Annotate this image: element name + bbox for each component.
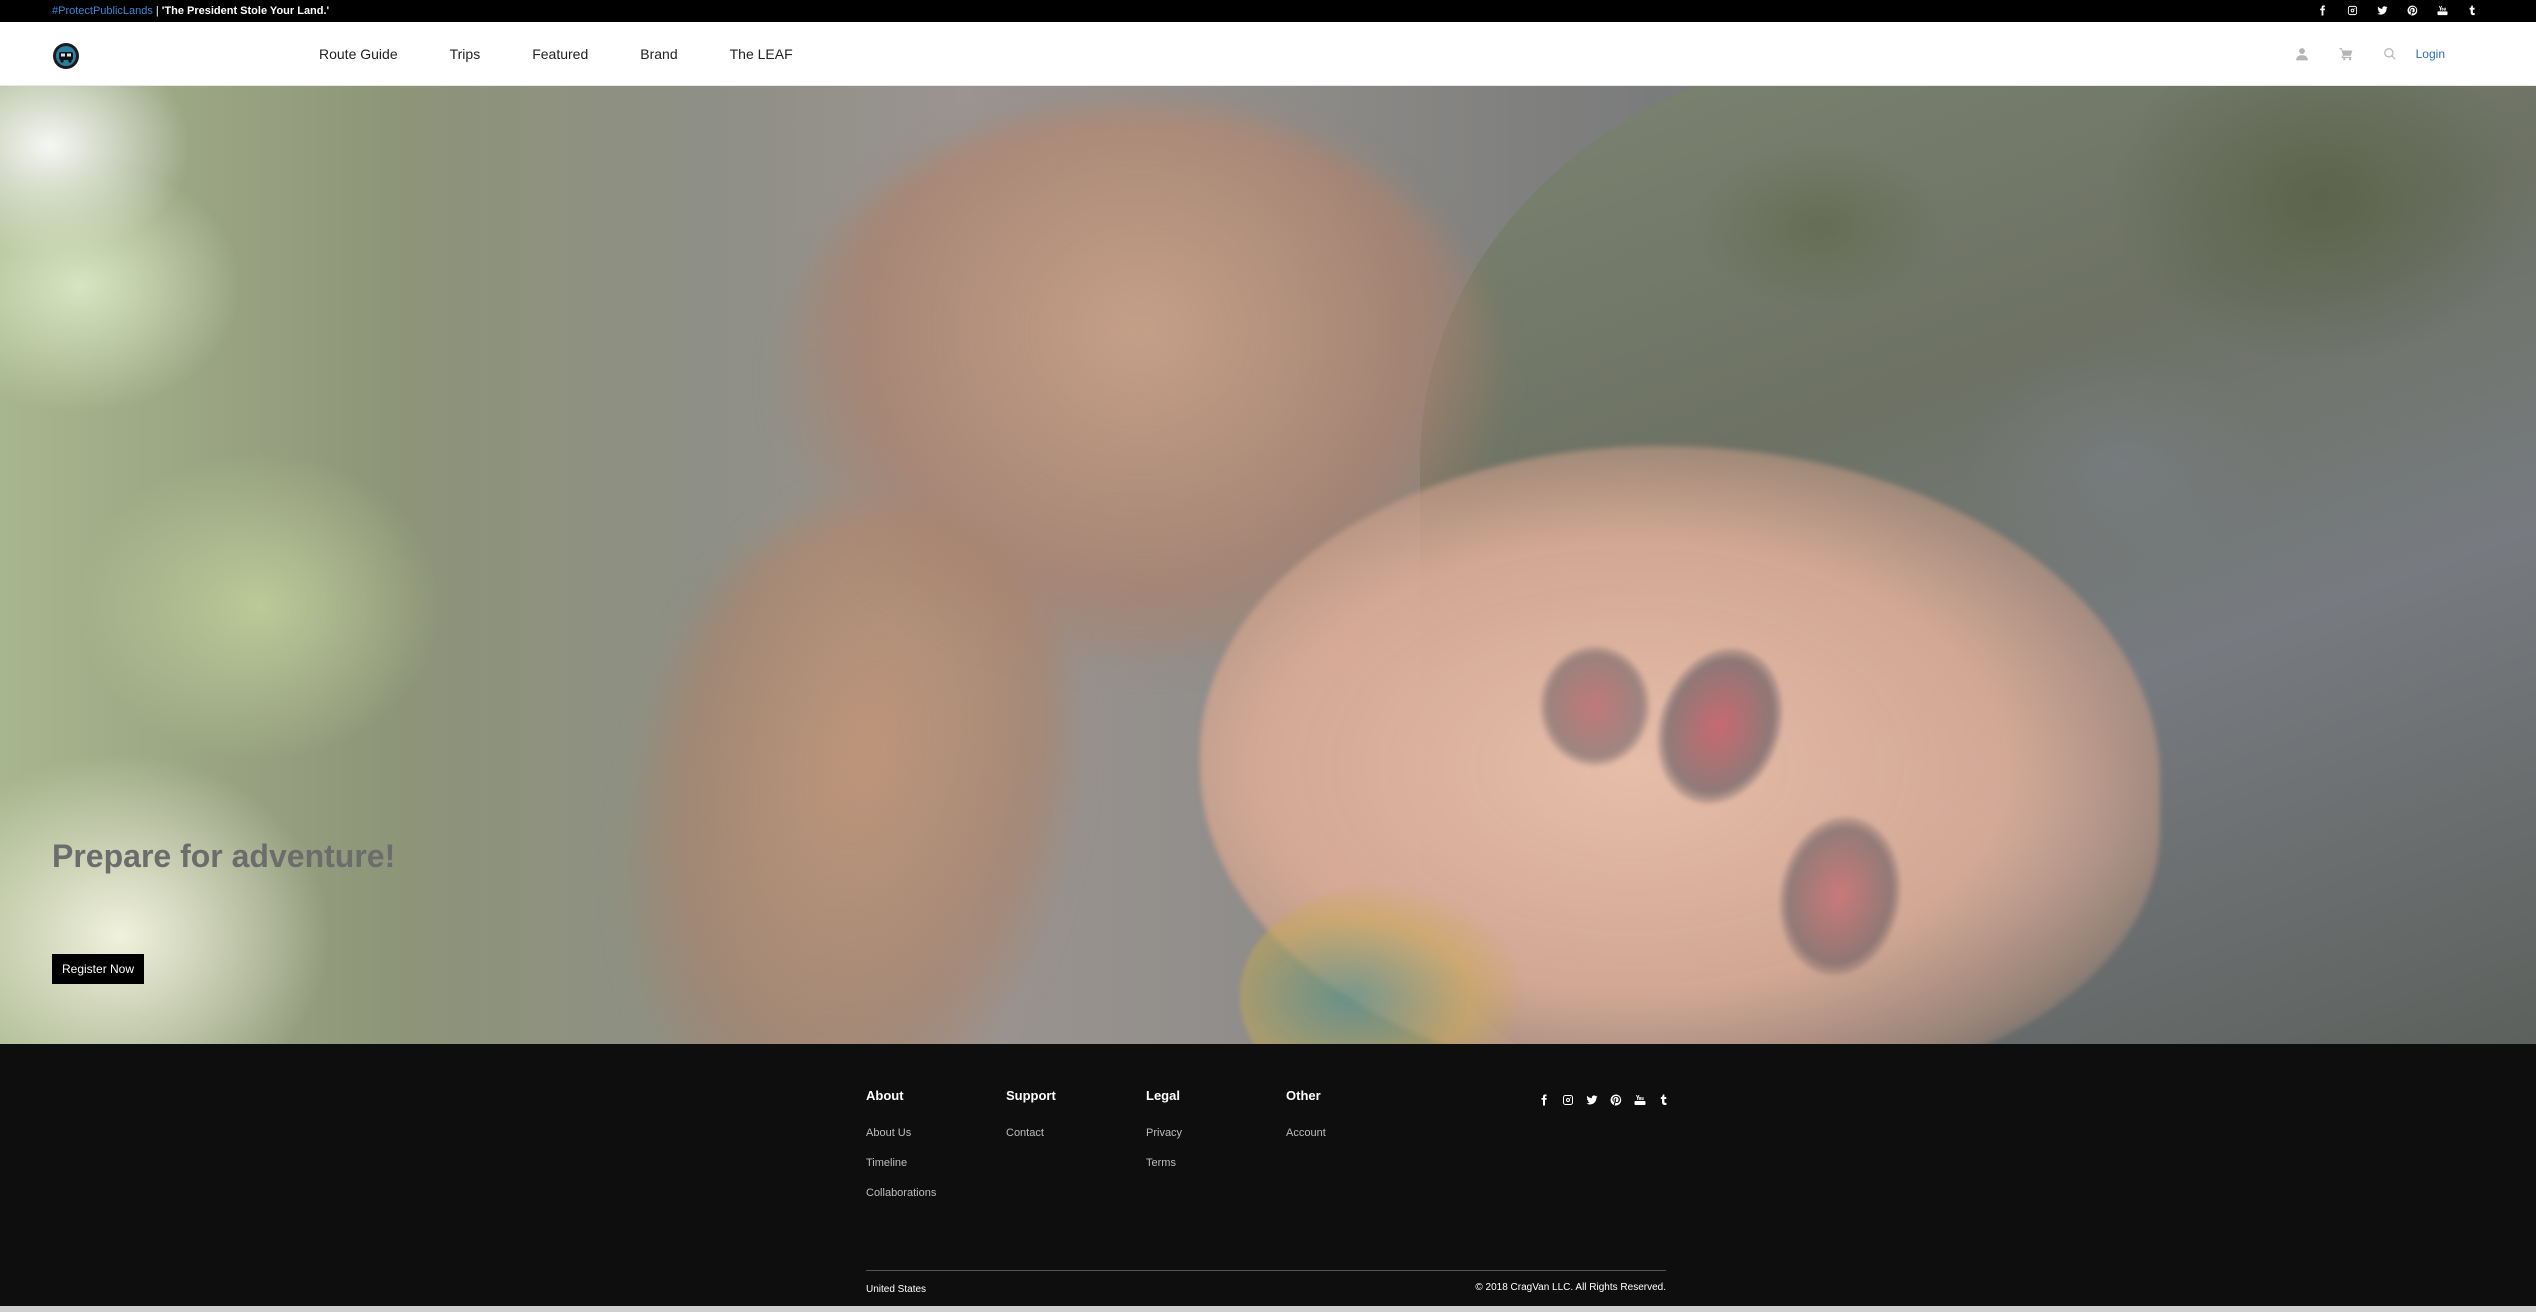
tumblr-icon[interactable] [1656, 1092, 1672, 1108]
login-link[interactable]: Login [2416, 47, 2445, 61]
footer-divider [866, 1270, 1666, 1271]
nav-link-featured[interactable]: Featured [532, 46, 588, 62]
nav-utilities: Login [2294, 22, 2445, 86]
hero-image-tattoo [1540, 646, 1650, 766]
nav-link-brand[interactable]: Brand [640, 46, 677, 62]
instagram-icon[interactable] [1560, 1092, 1576, 1108]
user-icon[interactable] [2294, 46, 2310, 62]
nav-link-the-leaf[interactable]: The LEAF [730, 46, 793, 62]
twitter-icon[interactable] [2373, 1, 2391, 19]
facebook-icon[interactable] [1536, 1092, 1552, 1108]
register-now-button[interactable]: Register Now [52, 954, 145, 984]
footer-link-collaborations[interactable]: Collaborations [866, 1187, 1006, 1199]
footer-social-links [1536, 1092, 1672, 1108]
footer-column-legal: Legal Privacy Terms [1146, 1088, 1286, 1217]
site-footer: About About Us Timeline Collaborations S… [0, 1044, 2536, 1312]
footer-link-contact[interactable]: Contact [1006, 1127, 1146, 1139]
hashtag-link[interactable]: #ProtectPublicLands [52, 5, 153, 17]
footer-column-support: Support Contact [1006, 1088, 1146, 1217]
hero-headline: Prepare for adventure! [52, 838, 396, 874]
footer-heading: Support [1006, 1088, 1056, 1103]
youtube-icon[interactable] [1632, 1092, 1648, 1108]
search-icon[interactable] [2382, 46, 2398, 62]
cragvan-logo-icon[interactable] [52, 42, 80, 70]
footer-heading: About [866, 1088, 904, 1103]
announcement-separator: | [155, 5, 159, 17]
footer-link-privacy[interactable]: Privacy [1146, 1127, 1286, 1139]
footer-link-account[interactable]: Account [1286, 1127, 1426, 1139]
horizontal-scrollbar[interactable] [0, 1306, 2536, 1312]
twitter-icon[interactable] [1584, 1092, 1600, 1108]
announcement-quote[interactable]: 'The President Stole Your Land.' [162, 5, 329, 17]
announcement-text: #ProtectPublicLands | 'The President Stole… [52, 4, 329, 18]
main-navigation: Route Guide Trips Featured Brand The LEA… [0, 22, 2536, 86]
footer-link-terms[interactable]: Terms [1146, 1157, 1286, 1169]
footer-columns: About About Us Timeline Collaborations S… [866, 1088, 1426, 1217]
nav-links: Route Guide Trips Featured Brand The LEA… [319, 22, 845, 86]
footer-column-about: About About Us Timeline Collaborations [866, 1088, 1006, 1217]
cart-icon[interactable] [2338, 46, 2354, 62]
copyright-text: © 2018 CragVan LLC. All Rights Reserved. [1475, 1282, 1666, 1293]
footer-heading: Other [1286, 1088, 1321, 1103]
footer-column-other: Other Account [1286, 1088, 1426, 1217]
instagram-icon[interactable] [2343, 1, 2361, 19]
tumblr-icon[interactable] [2463, 1, 2481, 19]
hero-banner: Prepare for adventure! Register Now [0, 86, 2536, 1044]
pinterest-icon[interactable] [1608, 1092, 1624, 1108]
announcement-bar: #ProtectPublicLands | 'The President Stole… [0, 0, 2536, 22]
footer-link-timeline[interactable]: Timeline [866, 1157, 1006, 1169]
footer-link-about-us[interactable]: About Us [866, 1127, 1006, 1139]
top-social-links [2313, 1, 2481, 19]
nav-link-route-guide[interactable]: Route Guide [319, 46, 398, 62]
locale-selector[interactable]: United States [866, 1284, 926, 1295]
footer-heading: Legal [1146, 1088, 1180, 1103]
pinterest-icon[interactable] [2403, 1, 2421, 19]
facebook-icon[interactable] [2313, 1, 2331, 19]
nav-link-trips[interactable]: Trips [450, 46, 481, 62]
youtube-icon[interactable] [2433, 1, 2451, 19]
